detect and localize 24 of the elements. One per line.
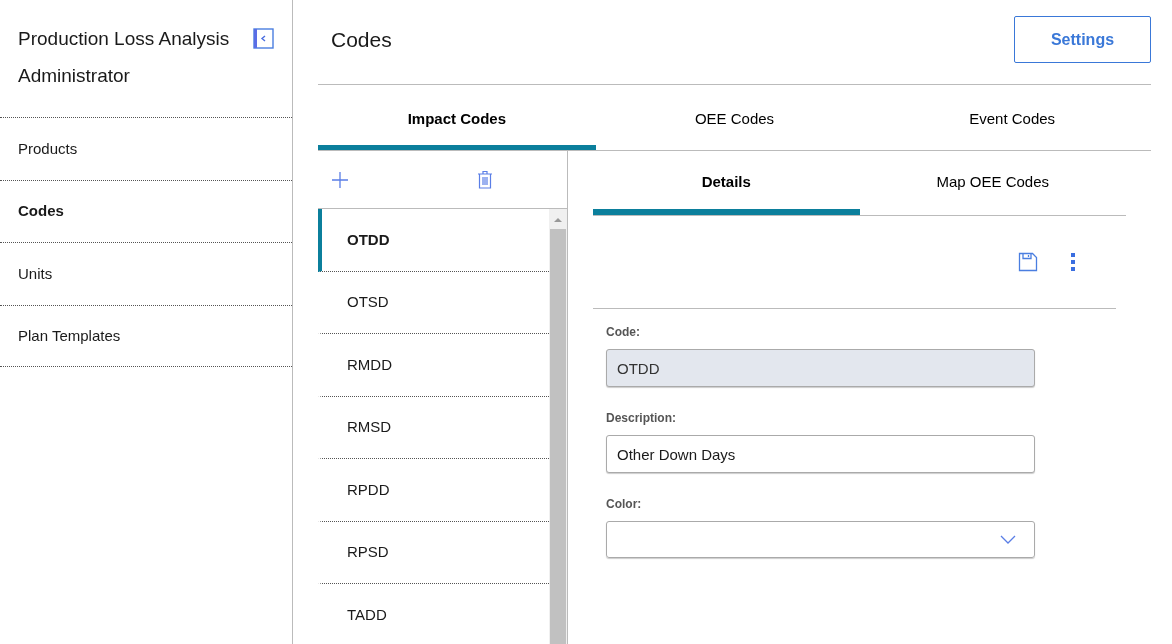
collapse-button[interactable]: [253, 28, 274, 49]
input-field[interactable]: Other Down Days: [606, 435, 1035, 473]
sidebar-item[interactable]: Plan Templates: [0, 304, 292, 367]
scrollbar[interactable]: [549, 209, 567, 644]
field-label: Description:: [606, 410, 677, 427]
page-title: Codes: [330, 27, 392, 53]
add-icon[interactable]: [331, 170, 349, 189]
field-label: Code:: [606, 324, 641, 341]
settings-button[interactable]: Settings: [1014, 16, 1151, 63]
tab[interactable]: Event Codes: [873, 85, 1151, 150]
field-label: Color:: [606, 496, 643, 513]
tab[interactable]: Impact Codes: [318, 85, 596, 150]
more-options-icon[interactable]: [1070, 252, 1076, 272]
tab[interactable]: Map OEE Codes: [859, 151, 1126, 215]
chevron-down-icon: [1000, 535, 1016, 544]
app-title: Production Loss Analysis Administrator: [18, 27, 231, 88]
trash-icon[interactable]: [477, 170, 493, 189]
sidebar-item[interactable]: Units: [0, 242, 292, 305]
tab[interactable]: OEE Codes: [595, 85, 874, 150]
color-select[interactable]: [606, 521, 1035, 558]
save-icon[interactable]: [1018, 252, 1038, 272]
sidebar-item[interactable]: Products: [0, 117, 292, 180]
tab[interactable]: Details: [593, 151, 860, 215]
sidebar-item[interactable]: Codes: [0, 179, 292, 242]
